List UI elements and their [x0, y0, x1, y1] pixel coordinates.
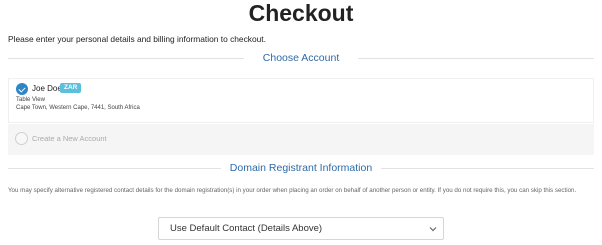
domain-registrant-description: You may specify alternative registered c… — [8, 187, 577, 194]
divider — [381, 168, 594, 169]
account-name: Joe Doe — [32, 84, 62, 93]
check-circle-icon[interactable] — [16, 83, 28, 95]
account-address: Cape Town, Western Cape, 7441, South Afr… — [16, 105, 140, 111]
choose-account-heading: Choose Account — [8, 51, 594, 65]
account-option-joe-doe[interactable]: Joe Doe ZAR Table View Cape Town, Wester… — [8, 78, 594, 123]
account-option-new[interactable]: Create a New Account — [8, 124, 594, 155]
intro-text: Please enter your personal details and b… — [8, 34, 266, 44]
currency-badge: ZAR — [60, 83, 82, 93]
divider — [358, 58, 594, 59]
account-company: Table View — [16, 97, 45, 103]
chevron-down-icon — [429, 227, 437, 232]
domain-registrant-heading: Domain Registrant Information — [8, 161, 594, 175]
registrant-contact-select[interactable]: Use Default Contact (Details Above) — [158, 217, 444, 240]
select-value: Use Default Contact (Details Above) — [170, 223, 323, 234]
radio-empty-icon[interactable] — [15, 132, 28, 145]
new-account-label: Create a New Account — [32, 134, 107, 143]
page-title: Checkout — [248, 0, 354, 26]
